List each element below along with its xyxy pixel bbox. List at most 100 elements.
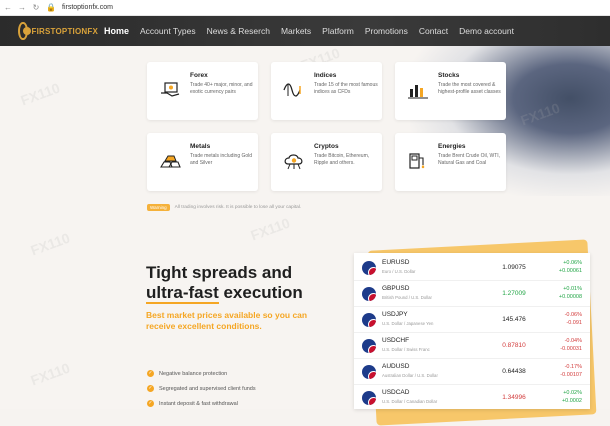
change-percent: -0.04% [564, 338, 582, 344]
headline-line-2: ultra-fast execution [146, 283, 303, 304]
pair-description: U.S. Dollar / Canadian Dollar [382, 399, 438, 404]
nav-item-news-research[interactable]: News & Reserch [207, 26, 270, 36]
watermark: FX110 [28, 229, 72, 259]
price-change: -0.17% -0.00107 [542, 363, 582, 379]
pair-symbol: GBPUSD [382, 285, 410, 292]
price-change: -0.06% -0.091 [542, 311, 582, 327]
headline-highlight: ultra-fast [146, 283, 219, 304]
pair-symbol: USDCHF [382, 337, 410, 344]
change-percent: +0.06% [563, 260, 582, 266]
lock-icon: 🔒 [46, 3, 56, 12]
feature-text: Instant deposit & fast withdrawal [159, 400, 238, 407]
quote-row-usdchf[interactable]: USDCHF U.S. Dollar / Swiss Franc 0.87810… [354, 333, 590, 359]
card-title: Metals [190, 143, 211, 150]
quote-row-gbpusd[interactable]: GBPUSD British Pound / U.S. Dollar 1.270… [354, 281, 590, 307]
pair-description: Australian Dollar / U.S. Dollar [382, 373, 438, 378]
price-change: +0.02% +0.0002 [542, 389, 582, 405]
change-absolute: -0.091 [566, 320, 582, 326]
feature-item: ✓ Negative balance protection [147, 366, 256, 381]
feature-text: Negative balance protection [159, 370, 228, 377]
pair-description: U.S. Dollar / Japanese Yen [382, 321, 434, 326]
nav-menu: Home Account Types News & Reserch Market… [104, 26, 525, 36]
flag-icon [362, 391, 376, 405]
change-percent: +0.01% [563, 286, 582, 292]
nav-item-home[interactable]: Home [104, 26, 129, 36]
nav-item-promotions[interactable]: Promotions [365, 26, 408, 36]
pair-description: U.S. Dollar / Swiss Franc [382, 347, 430, 352]
pair-symbol: AUDUSD [382, 363, 410, 370]
hero-section: FX110 FX110 FX110 FX110 FX110 FX110 Fore… [0, 45, 610, 426]
price: 1.34996 [502, 394, 526, 401]
change-absolute: -0.00031 [560, 346, 582, 352]
logo-mark-icon [18, 22, 31, 40]
card-title: Stocks [438, 72, 460, 79]
check-icon: ✓ [147, 385, 154, 392]
card-metals[interactable]: Metals Trade metals including Gold and S… [147, 133, 258, 191]
nav-item-platform[interactable]: Platform [322, 26, 354, 36]
price: 145.476 [502, 316, 526, 323]
change-percent: -0.06% [564, 312, 582, 318]
card-description: Trade 40+ major, minor, and exotic curre… [190, 82, 253, 95]
pair-description: Euro / U.S. Dollar [382, 269, 416, 274]
risk-warning: Warning All trading involves risk. It is… [147, 204, 301, 211]
oil-pump-icon [409, 153, 425, 169]
reload-icon[interactable]: ↻ [32, 3, 40, 12]
pair-symbol: USDCAD [382, 389, 410, 396]
pair-symbol: USDJPY [382, 311, 408, 318]
nav-item-demo-account[interactable]: Demo account [459, 26, 514, 36]
card-description: Trade 15 of the most famous indices as C… [314, 82, 378, 95]
watermark: FX110 [18, 79, 62, 109]
headline-line-1: Tight spreads and [146, 263, 293, 282]
crypto-cloud-icon [284, 154, 303, 170]
quote-row-audusd[interactable]: AUDUSD Australian Dollar / U.S. Dollar 0… [354, 359, 590, 385]
price-change: +0.01% +0.00008 [542, 285, 582, 301]
card-title: Cryptos [314, 143, 339, 150]
change-absolute: +0.0002 [561, 398, 582, 404]
card-energies[interactable]: Energies Trade Brent Crude Oil, WTI, Nat… [395, 133, 506, 191]
card-forex[interactable]: Forex Trade 40+ major, minor, and exotic… [147, 62, 258, 120]
address-bar-url[interactable]: firstoptionfx.com [62, 4, 113, 11]
nav-item-account-types[interactable]: Account Types [140, 26, 196, 36]
card-cryptos[interactable]: Cryptos Trade Bitcoin, Ethereum, Ripple … [271, 133, 382, 191]
change-percent: +0.02% [563, 390, 582, 396]
nav-item-markets[interactable]: Markets [281, 26, 311, 36]
back-arrow-icon[interactable]: ← [4, 3, 12, 12]
price-change: -0.04% -0.00031 [542, 337, 582, 353]
forward-arrow-icon[interactable]: → [18, 3, 26, 12]
price: 0.64438 [502, 368, 526, 375]
card-description: Trade Bitcoin, Ethereum, Ripple and othe… [314, 153, 370, 166]
gold-bars-icon [160, 155, 181, 168]
change-absolute: +0.00061 [558, 268, 582, 274]
card-title: Indices [314, 72, 337, 79]
quote-row-usdcad[interactable]: USDCAD U.S. Dollar / Canadian Dollar 1.3… [354, 385, 590, 411]
hero-subheadline: Best market prices available so you can … [146, 310, 308, 331]
card-description: Trade the most covered & highest-profile… [438, 82, 501, 95]
flag-icon [362, 339, 376, 353]
site-logo[interactable]: FIRSTOPTIONFX [18, 22, 98, 40]
feature-text: Segregated and supervised client funds [159, 385, 256, 392]
price: 1.09075 [502, 264, 526, 271]
indices-wave-icon [283, 83, 301, 97]
money-hand-icon [161, 82, 180, 97]
hero-headline: Tight spreads and ultra-fast execution [146, 263, 303, 304]
card-indices[interactable]: Indices Trade 15 of the most famous indi… [271, 62, 382, 120]
quote-row-eurusd[interactable]: EURUSD Euro / U.S. Dollar 1.09075 +0.06%… [354, 255, 590, 281]
change-absolute: -0.00107 [560, 372, 582, 378]
main-navbar: FIRSTOPTIONFX Home Account Types News & … [0, 16, 610, 46]
watermark: FX110 [28, 359, 72, 389]
price-change: +0.06% +0.00061 [542, 259, 582, 275]
watermark: FX110 [248, 214, 292, 244]
pair-description: British Pound / U.S. Dollar [382, 295, 432, 300]
card-title: Energies [438, 143, 466, 150]
flag-icon [362, 261, 376, 275]
logo-text: FIRSTOPTIONFX [31, 26, 98, 36]
warning-text: All trading involves risk. It is possibl… [174, 205, 302, 210]
flag-icon [362, 313, 376, 327]
nav-item-contact[interactable]: Contact [419, 26, 448, 36]
warning-badge: Warning [147, 204, 170, 211]
card-stocks[interactable]: Stocks Trade the most covered & highest-… [395, 62, 506, 120]
change-percent: -0.17% [564, 364, 582, 370]
quote-row-usdjpy[interactable]: USDJPY U.S. Dollar / Japanese Yen 145.47… [354, 307, 590, 333]
check-icon: ✓ [147, 400, 154, 407]
check-icon: ✓ [147, 370, 154, 377]
